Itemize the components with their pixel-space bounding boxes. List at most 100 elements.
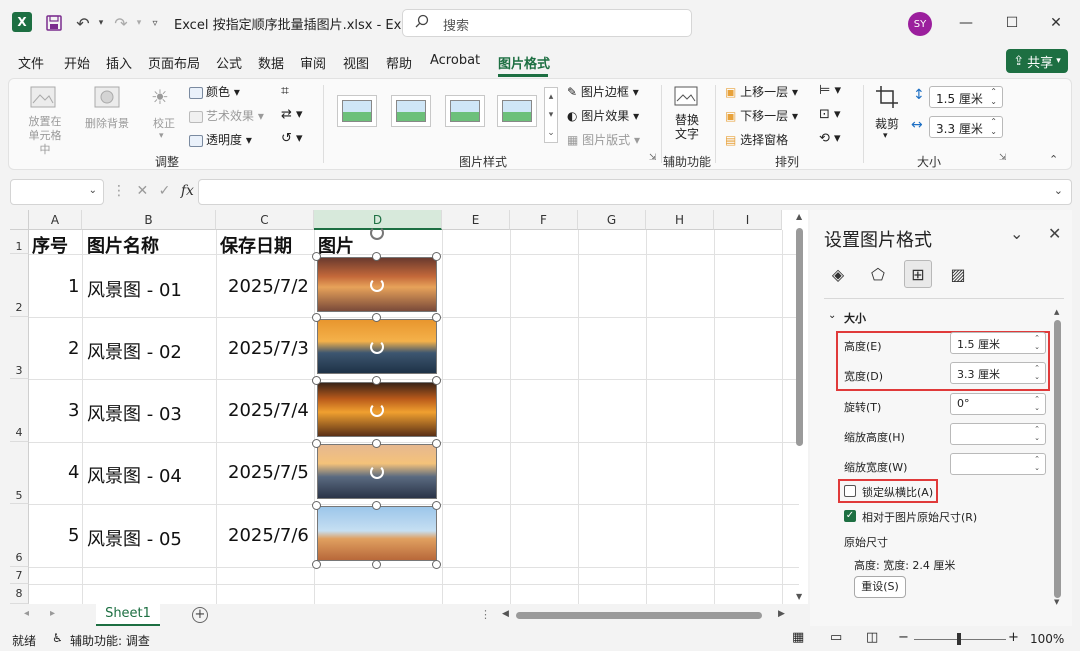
cell-date[interactable]: 2025/7/3 — [228, 338, 309, 359]
tab-insert[interactable]: 插入 — [106, 53, 132, 72]
undo-dropdown-icon[interactable]: ▾ — [96, 12, 106, 34]
rotate-handle-icon[interactable] — [370, 403, 384, 417]
cell-date[interactable]: 2025/7/2 — [228, 276, 309, 297]
redo-icon[interactable]: ↷ — [110, 12, 132, 34]
column-header-c[interactable]: C — [216, 210, 314, 230]
tab-file[interactable]: 文件 — [18, 53, 44, 72]
tab-help[interactable]: 帮助 — [386, 53, 412, 72]
desert-balloons-picture[interactable] — [317, 506, 437, 561]
rotate-handle-icon[interactable] — [370, 226, 384, 240]
collapse-ribbon-icon[interactable]: ⌃ — [1049, 153, 1058, 166]
height-input[interactable]: 1.5 厘米 ⌃ ⌄ — [929, 86, 1003, 108]
header-cell-picture[interactable]: 图片 — [318, 232, 354, 258]
share-button[interactable]: ⇪ 共享 ▾ — [1006, 49, 1068, 73]
column-header-i[interactable]: I — [714, 210, 782, 230]
effects-icon[interactable]: ⬠ — [864, 260, 892, 288]
rotate-handle-icon[interactable] — [370, 340, 384, 354]
avatar[interactable]: SY — [908, 12, 932, 36]
rotate-handle-icon[interactable] — [370, 465, 384, 479]
spinner-icon[interactable]: ⌃ ⌄ — [1034, 395, 1040, 413]
cell-name[interactable]: 风景图 - 04 — [87, 462, 182, 488]
cancel-icon[interactable]: ✕ — [136, 183, 148, 199]
select-all-corner[interactable] — [10, 210, 29, 230]
resize-handle[interactable] — [372, 313, 381, 322]
pane-height-input[interactable]: 1.5 厘米 ⌃ ⌄ — [950, 332, 1046, 354]
row-header-2[interactable]: 2 — [10, 254, 29, 317]
resize-handle[interactable] — [312, 439, 321, 448]
cell-name[interactable]: 风景图 - 05 — [87, 525, 182, 551]
header-cell-date[interactable]: 保存日期 — [220, 232, 292, 258]
close-button[interactable]: ✕ — [1044, 12, 1068, 34]
resize-handle[interactable] — [432, 439, 441, 448]
page-break-view-icon[interactable]: ◫ — [866, 630, 878, 645]
enter-icon[interactable]: ✓ — [159, 183, 171, 199]
cell-name[interactable]: 风景图 - 01 — [87, 276, 182, 302]
formula-input[interactable]: ⌄ — [198, 179, 1072, 205]
row-header-3[interactable]: 3 — [10, 317, 29, 379]
pane-scroll-down-icon[interactable]: ▼ — [1054, 598, 1059, 606]
horizontal-scrollbar[interactable] — [516, 612, 762, 619]
resize-handle[interactable] — [372, 376, 381, 385]
width-input[interactable]: 3.3 厘米 ⌃ ⌄ — [929, 116, 1003, 138]
pane-options-icon[interactable]: ⌄ — [1010, 224, 1023, 243]
cell-no[interactable]: 1 — [68, 276, 79, 297]
column-header-f[interactable]: F — [510, 210, 578, 230]
picture-icon[interactable]: ▨ — [944, 260, 972, 288]
zoom-slider-thumb[interactable] — [957, 633, 961, 645]
alt-text-button[interactable]: 替换 文字 — [674, 113, 700, 141]
cell-date[interactable]: 2025/7/6 — [228, 525, 309, 546]
size-section-title[interactable]: 大小 — [844, 310, 866, 326]
picture-style-4[interactable] — [497, 95, 537, 127]
minimize-button[interactable]: — — [954, 12, 978, 34]
scroll-right-icon[interactable]: ▶ — [778, 609, 785, 619]
scale-height-input[interactable]: ⌃ ⌄ — [950, 423, 1046, 445]
height-spinner[interactable]: ⌃ ⌄ — [990, 87, 997, 107]
selection-pane-button[interactable]: ▤ 选择窗格 — [725, 131, 788, 148]
cell-name[interactable]: 风景图 - 03 — [87, 400, 182, 426]
tab-formulas[interactable]: 公式 — [216, 53, 242, 72]
crop-dropdown-icon[interactable]: ▾ — [883, 131, 888, 141]
insert-function-icon[interactable]: fx — [181, 183, 194, 199]
reset-picture-icon[interactable]: ↺ ▾ — [281, 131, 303, 146]
tab-page-layout[interactable]: 页面布局 — [148, 53, 200, 72]
group-icon[interactable]: ⊡ ▾ — [819, 107, 841, 122]
send-backward-button[interactable]: ▣ 下移一层 ▾ — [725, 107, 798, 124]
scale-width-input[interactable]: ⌃ ⌄ — [950, 453, 1046, 475]
cell-no[interactable]: 5 — [68, 525, 79, 546]
row-header-5[interactable]: 5 — [10, 442, 29, 504]
size-dialog-launcher-icon[interactable]: ⇲ — [999, 153, 1007, 163]
tab-home[interactable]: 开始 — [64, 53, 90, 72]
row-header-4[interactable]: 4 — [10, 379, 29, 442]
resize-handle[interactable] — [432, 252, 441, 261]
resize-handle[interactable] — [312, 560, 321, 569]
resize-handle[interactable] — [312, 501, 321, 510]
pane-width-input[interactable]: 3.3 厘米 ⌃ ⌄ — [950, 362, 1046, 384]
section-collapse-icon[interactable]: ⌄ — [828, 310, 836, 321]
zoom-level[interactable]: 100% — [1030, 632, 1064, 646]
row-header-7[interactable]: 7 — [10, 567, 29, 584]
column-header-e[interactable]: E — [442, 210, 510, 230]
scroll-up-icon[interactable]: ▲ — [796, 212, 802, 221]
header-cell-no[interactable]: 序号 — [32, 232, 68, 258]
fill-line-icon[interactable]: ◈ — [824, 260, 852, 288]
maximize-button[interactable]: ☐ — [1000, 12, 1024, 34]
corrections-button[interactable]: 校正 — [153, 115, 175, 131]
customize-toolbar-icon[interactable]: ▿ — [148, 12, 162, 34]
rotate-icon[interactable]: ⟲ ▾ — [819, 131, 841, 146]
next-sheet-icon[interactable]: ▸ — [50, 608, 55, 619]
sheet-tab-sheet1[interactable]: Sheet1 — [96, 604, 160, 626]
resize-handle[interactable] — [372, 439, 381, 448]
reset-button[interactable]: 重设(S) — [854, 576, 906, 598]
pane-scrollbar[interactable] — [1054, 320, 1061, 598]
picture-style-3[interactable] — [445, 95, 485, 127]
size-properties-icon[interactable]: ⊞ — [904, 260, 932, 288]
remove-background-button[interactable]: 删除背景 — [85, 115, 129, 131]
spinner-icon[interactable]: ⌃ ⌄ — [1034, 334, 1040, 352]
compress-pictures-icon[interactable]: ⌗ — [281, 83, 289, 99]
cell-no[interactable]: 4 — [68, 462, 79, 483]
resize-handle[interactable] — [432, 313, 441, 322]
add-sheet-icon[interactable]: + — [192, 607, 208, 623]
rotation-input[interactable]: 0° ⌃ ⌄ — [950, 393, 1046, 415]
resize-handle[interactable] — [432, 376, 441, 385]
tab-picture-format[interactable]: 图片格式 — [498, 53, 550, 72]
